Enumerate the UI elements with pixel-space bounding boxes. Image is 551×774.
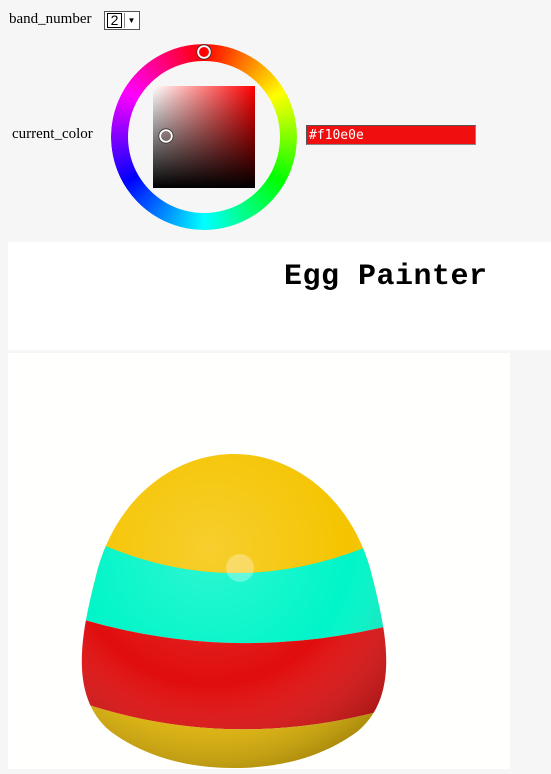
header-band: Egg Painter — [8, 242, 551, 350]
band-number-label: band_number — [9, 11, 92, 27]
band-number-select[interactable]: 2 ▼ — [104, 11, 140, 30]
color-hex-input[interactable] — [306, 125, 476, 145]
band-number-value: 2 — [107, 13, 122, 28]
controls-panel: band_number 2 ▼ current_color — [0, 0, 551, 240]
egg-render[interactable] — [8, 353, 510, 769]
current-color-label: current_color — [12, 126, 93, 142]
color-picker[interactable] — [111, 44, 297, 230]
chevron-down-icon[interactable]: ▼ — [124, 13, 138, 28]
saturation-value-square[interactable] — [153, 86, 255, 188]
page-title: Egg Painter — [284, 260, 488, 294]
egg-highlight — [226, 554, 254, 582]
egg-canvas[interactable] — [8, 353, 510, 769]
